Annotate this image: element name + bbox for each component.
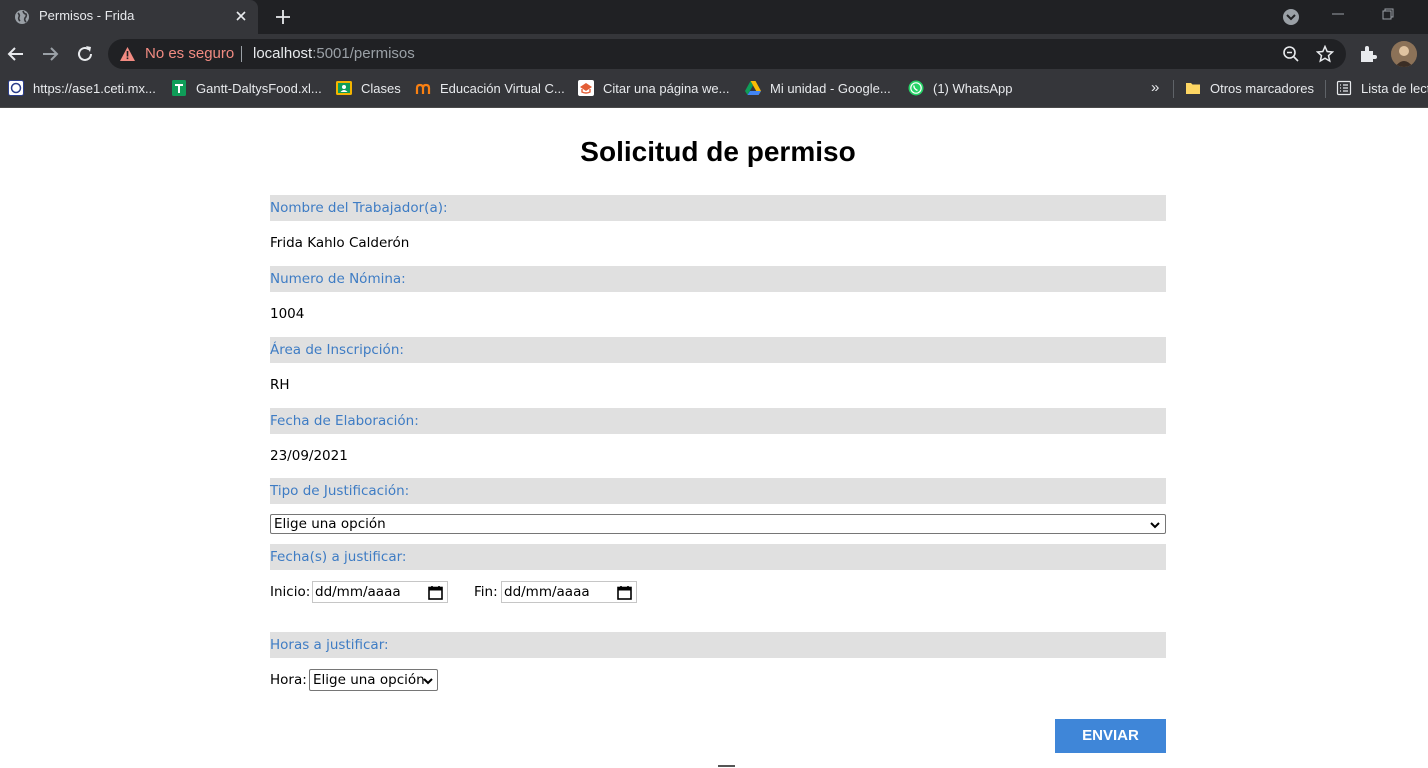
whatsapp-icon [908, 80, 924, 96]
tab-title: Permisos - Frida [39, 8, 135, 23]
hour-select[interactable]: Elige una opción [309, 669, 438, 691]
bookmark-item[interactable]: Mi unidad - Google... [745, 74, 891, 102]
scribbr-icon [578, 80, 594, 96]
bookmark-star-icon[interactable] [1316, 45, 1334, 63]
bookmark-label: Lista de lect [1361, 80, 1428, 96]
calendar-icon[interactable] [428, 585, 443, 600]
scroll-indicator [718, 765, 735, 767]
chevron-down-icon [423, 678, 433, 685]
other-bookmarks-folder[interactable]: Otros marcadores [1185, 74, 1314, 102]
sheets-icon [172, 80, 186, 96]
hour-selected: Elige una opción [313, 672, 425, 688]
restore-window-icon[interactable] [1380, 6, 1396, 22]
zoom-icon[interactable] [1282, 45, 1300, 63]
hour-label: Hora: [270, 672, 307, 688]
tab-search-icon[interactable] [1281, 7, 1301, 27]
folder-icon [1186, 83, 1200, 94]
page-content: Solicitud de permiso Nombre del Trabajad… [0, 108, 1428, 768]
moodle-icon [415, 83, 431, 94]
extensions-icon[interactable] [1358, 43, 1380, 65]
bookmark-label: Educación Virtual C... [440, 80, 565, 96]
url-path: :5001/permisos [312, 45, 415, 62]
calendar-icon[interactable] [617, 585, 632, 600]
browser-toolbar: No es seguro localhost:5001/permisos [0, 34, 1428, 74]
bookmark-separator [1325, 80, 1326, 98]
bookmark-item[interactable]: Gantt-DaltysFood.xl... [171, 74, 322, 102]
reading-list-button[interactable]: Lista de lect [1336, 74, 1428, 102]
profile-picture-icon [1391, 41, 1417, 67]
start-date-input[interactable]: dd/mm/aaaa [312, 581, 448, 603]
area-value: RH [270, 377, 290, 393]
bookmarks-bar: https://ase1.ceti.mx... Gantt-DaltysFood… [0, 74, 1428, 108]
forward-icon[interactable] [39, 43, 61, 65]
end-date-placeholder: dd/mm/aaaa [504, 584, 590, 600]
address-separator [241, 46, 242, 62]
dates-to-justify-label: Fecha(s) a justificar: [270, 544, 1166, 570]
worker-name-label: Nombre del Trabajador(a): [270, 195, 1166, 221]
reload-icon[interactable] [74, 43, 96, 65]
warning-icon[interactable] [119, 46, 136, 62]
security-status[interactable]: No es seguro [145, 45, 234, 62]
page-title: Solicitud de permiso [580, 136, 856, 167]
start-date-placeholder: dd/mm/aaaa [315, 584, 401, 600]
address-bar[interactable]: No es seguro localhost:5001/permisos [108, 39, 1346, 69]
bookmark-label: Otros marcadores [1210, 80, 1315, 96]
justification-type-label: Tipo de Justificación: [270, 478, 1166, 504]
url-host: localhost [253, 45, 313, 62]
url-text[interactable]: localhost:5001/permisos [253, 45, 415, 62]
hours-to-justify-label: Horas a justificar: [270, 632, 1166, 658]
end-date-label: Fin: [474, 584, 498, 600]
chevron-down-icon [1150, 522, 1160, 529]
tab-strip: Permisos - Frida [0, 0, 1428, 34]
back-icon[interactable] [5, 43, 27, 65]
drive-icon [745, 81, 761, 95]
bookmark-label: Citar una página we... [603, 80, 730, 96]
bookmark-label: Clases [361, 80, 401, 96]
start-date-label: Inicio: [270, 584, 311, 600]
submit-button[interactable]: ENVIAR [1055, 719, 1166, 753]
payroll-number-value: 1004 [270, 306, 305, 322]
globe-icon [15, 10, 29, 24]
bookmarks-overflow-button[interactable]: » [1151, 79, 1159, 96]
payroll-number-label: Numero de Nómina: [270, 266, 1166, 292]
end-date-input[interactable]: dd/mm/aaaa [501, 581, 637, 603]
bookmark-label: (1) WhatsApp [933, 80, 1013, 96]
minimize-icon[interactable] [1330, 6, 1346, 22]
worker-name-value: Frida Kahlo Calderón [270, 235, 410, 251]
bookmark-separator [1173, 80, 1174, 98]
bookmark-item[interactable]: Citar una página we... [578, 74, 729, 102]
bookmark-item[interactable]: https://ase1.ceti.mx... [8, 74, 156, 102]
reading-list-icon [1336, 80, 1352, 96]
bookmark-item[interactable]: (1) WhatsApp [908, 74, 1012, 102]
bookmark-label: https://ase1.ceti.mx... [33, 80, 156, 96]
justification-type-select[interactable]: Elige una opción [270, 514, 1166, 534]
profile-avatar[interactable] [1391, 41, 1417, 67]
ceti-icon [8, 80, 24, 96]
justification-type-selected: Elige una opción [274, 516, 386, 532]
area-label: Área de Inscripción: [270, 337, 1166, 363]
classroom-icon [336, 81, 352, 95]
bookmark-label: Mi unidad - Google... [770, 80, 891, 96]
date-created-label: Fecha de Elaboración: [270, 408, 1166, 434]
bookmark-label: Gantt-DaltysFood.xl... [196, 80, 322, 96]
browser-tab[interactable]: Permisos - Frida [0, 0, 258, 34]
new-tab-icon[interactable] [273, 7, 293, 27]
date-created-value: 23/09/2021 [270, 448, 348, 464]
close-tab-icon[interactable] [233, 8, 249, 24]
bookmark-item[interactable]: Educación Virtual C... [415, 74, 565, 102]
bookmark-item[interactable]: Clases [336, 74, 401, 102]
